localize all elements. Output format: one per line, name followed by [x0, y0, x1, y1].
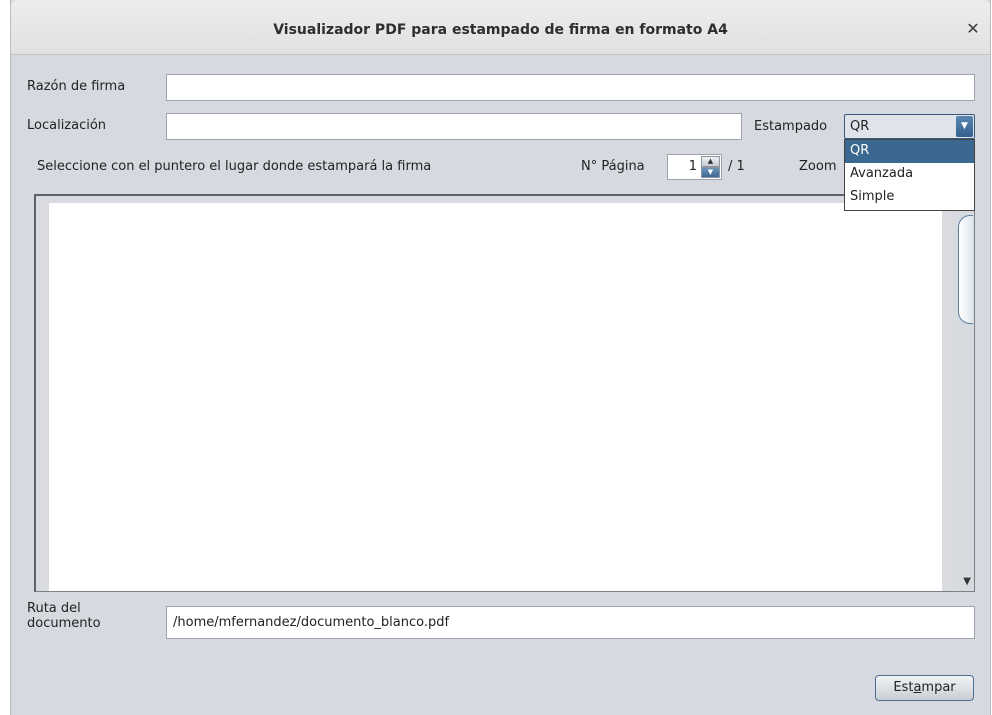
vertical-scrollbar[interactable]: ▼: [955, 196, 974, 591]
window-title: Visualizador PDF para estampado de firma…: [273, 22, 728, 38]
instruction-text: Seleccione con el puntero el lugar donde…: [37, 159, 432, 174]
document-path-field[interactable]: /home/mfernandez/documento_blanco.pdf: [166, 606, 975, 639]
title-bar[interactable]: Visualizador PDF para estampado de firma…: [11, 0, 990, 55]
arrow-up-icon[interactable]: ▲: [701, 156, 720, 167]
location-input[interactable]: [166, 113, 742, 140]
dialog-window: Visualizador PDF para estampado de firma…: [10, 0, 991, 715]
location-label: Localización: [27, 118, 107, 133]
pdf-page[interactable]: [49, 203, 942, 591]
stamp-option-qr[interactable]: QR: [845, 140, 974, 163]
path-label-line2: documento: [27, 616, 101, 631]
stamp-option-avanzada[interactable]: Avanzada: [845, 163, 974, 186]
stamp-button-label-pre: Est: [893, 680, 914, 695]
page-label: N° Página: [581, 159, 645, 174]
path-label: Ruta del documento: [27, 601, 101, 631]
pdf-viewer[interactable]: ▼: [34, 194, 975, 592]
stamp-options-list: QR Avanzada Simple: [844, 139, 975, 211]
page-total: / 1: [728, 159, 745, 174]
close-icon[interactable]: ✕: [964, 20, 982, 38]
scroll-down-arrow-icon[interactable]: ▼: [963, 576, 971, 587]
stamp-type-select[interactable]: QR ▼: [844, 114, 975, 139]
page-number-spinner[interactable]: 1 ▲ ▼: [667, 154, 722, 180]
reason-input[interactable]: [166, 74, 975, 101]
chevron-down-icon[interactable]: ▼: [956, 116, 973, 137]
zoom-label: Zoom: [799, 159, 837, 174]
stamp-selected-value: QR: [850, 119, 870, 134]
stamp-button[interactable]: Estampar: [875, 675, 974, 701]
arrow-down-icon[interactable]: ▼: [701, 167, 720, 178]
stamp-button-label-post: mpar: [921, 680, 956, 695]
stamp-option-simple[interactable]: Simple: [845, 186, 974, 209]
stamp-label: Estampado: [754, 119, 828, 134]
reason-label: Razón de firma: [27, 79, 126, 94]
page-number-value: 1: [688, 159, 697, 174]
path-label-line1: Ruta del: [27, 601, 81, 616]
scrollbar-thumb[interactable]: [958, 215, 973, 324]
